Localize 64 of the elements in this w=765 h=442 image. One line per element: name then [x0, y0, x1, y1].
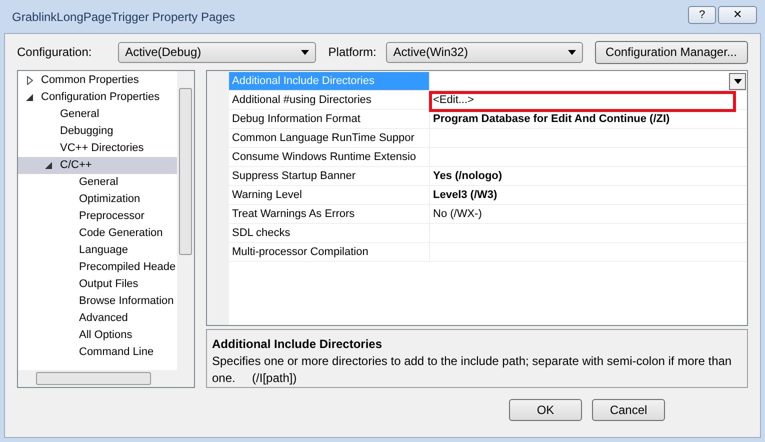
property-row[interactable]: Consume Windows Runtime Extensio: [229, 148, 747, 167]
expanded-arrow-icon[interactable]: [26, 94, 33, 101]
dropdown-arrow-icon: [734, 78, 742, 84]
configuration-label: Configuration:: [17, 44, 93, 61]
configuration-manager-button[interactable]: Configuration Manager...: [594, 40, 748, 64]
dropdown-arrow-icon: [568, 50, 576, 54]
tree-item[interactable]: VC++ Directories: [18, 140, 177, 157]
scroll-thumb[interactable]: [179, 88, 192, 255]
help-button[interactable]: ?: [688, 6, 716, 24]
tree-item[interactable]: Output Files: [18, 276, 177, 293]
dropdown-arrow-icon: [301, 50, 310, 54]
property-name: Additional #using Directories: [231, 92, 372, 108]
property-row[interactable]: Debug Information Format Program Database for Edit And Continue (/ZI): [229, 110, 747, 129]
tree-item[interactable]: Debugging: [18, 123, 177, 140]
collapsed-arrow-icon[interactable]: [26, 76, 32, 85]
description-title: Additional Include Directories: [212, 336, 384, 353]
property-row[interactable]: Warning Level Level3 (/W3): [229, 186, 747, 205]
tree-item[interactable]: Preprocessor: [18, 208, 177, 225]
expanded-arrow-icon[interactable]: [45, 162, 52, 169]
tree-item[interactable]: General: [18, 174, 177, 191]
property-name: SDL checks: [231, 226, 292, 241]
property-name: Debug Information Format: [231, 112, 362, 127]
tree-item[interactable]: Precompiled Heade: [18, 259, 177, 276]
property-name: Multi-processor Compilation: [231, 244, 370, 260]
property-name: Warning Level: [231, 188, 303, 203]
dropdown-button[interactable]: [729, 72, 746, 90]
description-text: Specifies one or more directories to add to the include path; separate with semi-colon if more than one. (/I[path]): [212, 353, 733, 387]
property-row[interactable]: Treat Warnings As Errors No (/WX-): [229, 205, 747, 224]
property-name: Consume Windows Runtime Extensio: [231, 150, 418, 165]
property-value: <Edit...>: [433, 92, 474, 108]
tree-item[interactable]: Language: [18, 242, 177, 259]
tree-item[interactable]: Common Properties: [18, 72, 177, 89]
property-row[interactable]: Multi-processor Compilation: [229, 243, 747, 262]
property-value: Program Database for Edit And Continue (/ZI): [433, 112, 670, 127]
property-value: No (/WX-): [433, 206, 482, 222]
tree-item[interactable]: Browse Information: [18, 293, 177, 310]
platform-label: Platform:: [328, 44, 376, 61]
property-row[interactable]: Common Language RunTime Suppor: [229, 129, 747, 148]
platform-dropdown[interactable]: Active(Win32): [386, 42, 582, 62]
property-name: Additional Include Directories: [229, 72, 429, 90]
property-name: Treat Warnings As Errors: [231, 206, 356, 222]
window-title: GrablinkLongPageTrigger Property Pages: [12, 8, 236, 26]
tree-item[interactable]: Command Line: [18, 344, 177, 361]
property-row[interactable]: SDL checks: [229, 224, 747, 243]
tree-item[interactable]: General: [18, 106, 177, 123]
property-row[interactable]: Additional #using Directories <Edit...>: [229, 91, 747, 110]
tree-item[interactable]: All Options: [18, 327, 177, 344]
tree-item[interactable]: Advanced: [18, 310, 177, 327]
close-button[interactable]: ✕: [718, 6, 757, 24]
scroll-thumb[interactable]: [36, 372, 151, 385]
tree-item[interactable]: Configuration Properties: [18, 89, 177, 106]
tree-item[interactable]: C/C++: [18, 157, 177, 174]
horizontal-scrollbar[interactable]: [18, 370, 194, 387]
property-value: Yes (/nologo): [433, 168, 502, 184]
dialog-button[interactable]: Cancel: [592, 399, 665, 421]
property-row[interactable]: Suppress Startup Banner Yes (/nologo): [229, 167, 747, 186]
property-name: Suppress Startup Banner: [231, 168, 357, 184]
tree-item[interactable]: Optimization: [18, 191, 177, 208]
configuration-dropdown[interactable]: Active(Debug): [118, 42, 316, 62]
property-value: Level3 (/W3): [433, 188, 498, 203]
dialog-button[interactable]: OK: [509, 399, 582, 421]
vertical-scrollbar[interactable]: [177, 71, 194, 370]
property-name: Common Language RunTime Suppor: [231, 130, 416, 146]
tree-item[interactable]: Code Generation: [18, 225, 177, 242]
